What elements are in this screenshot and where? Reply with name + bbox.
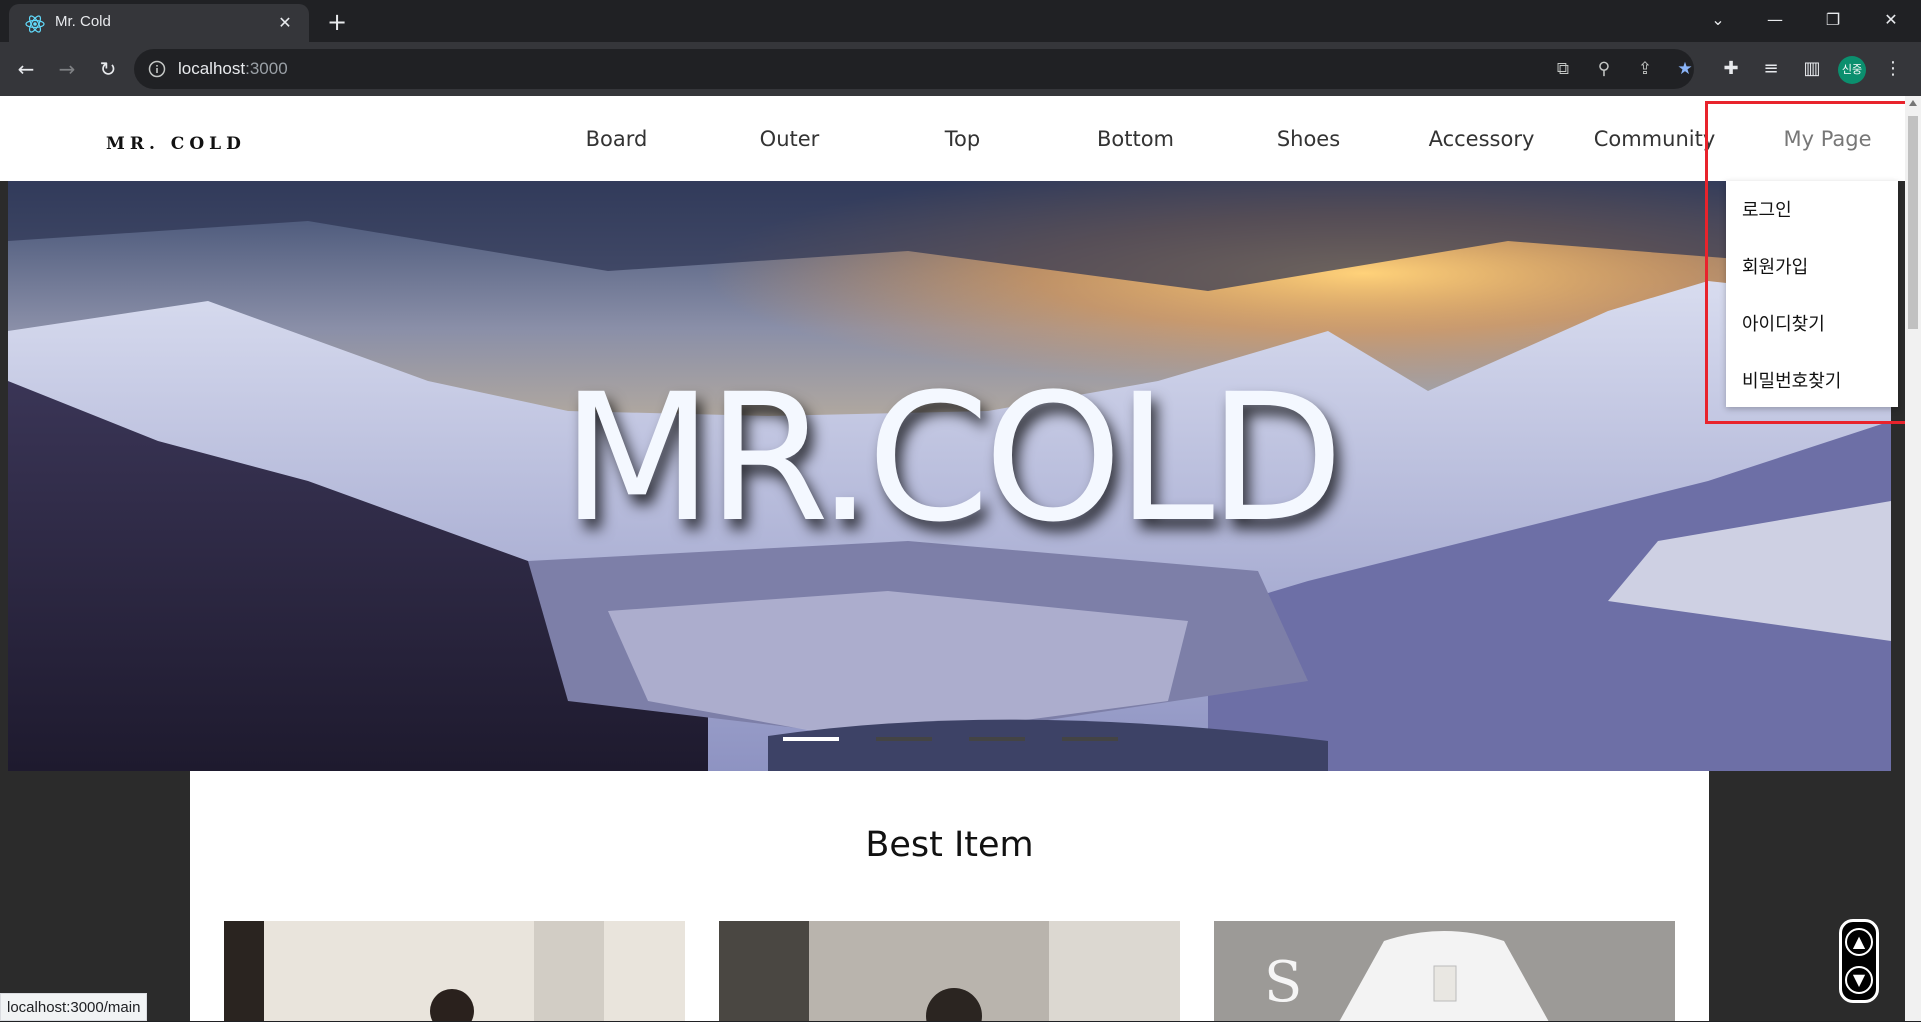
product-image xyxy=(224,921,685,1021)
chevron-down-icon[interactable]: ⌄ xyxy=(1695,4,1741,36)
tab-title: Mr. Cold xyxy=(55,13,111,30)
product-card[interactable]: S xyxy=(1214,921,1675,1021)
sidepanel-icon[interactable]: ▥ xyxy=(1799,56,1825,82)
product-image xyxy=(719,921,1180,1021)
slider-dot[interactable] xyxy=(783,737,839,741)
scroll-arrow-icon[interactable] xyxy=(1909,100,1917,106)
nav-item-outer[interactable]: Outer xyxy=(703,96,876,181)
scroll-control: ▲ ▼ xyxy=(1839,919,1879,1003)
product-card[interactable] xyxy=(224,921,685,1021)
section-title: Best Item xyxy=(865,825,1034,865)
window-close-icon[interactable]: ✕ xyxy=(1868,4,1914,36)
slider-dot[interactable] xyxy=(969,737,1025,741)
react-favicon xyxy=(25,15,45,33)
back-icon[interactable]: ← xyxy=(10,53,42,85)
hero-slider[interactable]: MR.COLD xyxy=(8,181,1891,771)
page-scrollbar[interactable] xyxy=(1905,96,1921,1021)
best-item-section: Best Item S xyxy=(190,771,1709,1021)
star-icon[interactable]: ★ xyxy=(1674,58,1696,80)
reload-icon[interactable]: ↻ xyxy=(92,53,124,85)
highlight-box xyxy=(1705,101,1905,424)
avatar[interactable]: 신중 xyxy=(1838,56,1866,84)
status-url: localhost:3000/main xyxy=(0,993,148,1021)
hero-title: MR.COLD xyxy=(561,356,1344,561)
tab-bar: Mr. Cold ✕ + ⌄ — ❐ ✕ xyxy=(0,0,1921,42)
scroll-up-icon[interactable]: ▲ xyxy=(1845,928,1873,956)
main-nav: Board Outer Top Bottom Shoes Accessory C… xyxy=(530,96,1905,181)
menu-icon[interactable]: ⋮ xyxy=(1880,56,1906,82)
site-logo[interactable]: MR. COLD xyxy=(106,134,246,154)
forward-icon[interactable]: → xyxy=(51,53,83,85)
plus-icon[interactable]: + xyxy=(322,8,352,38)
svg-text:S: S xyxy=(1264,950,1302,1015)
zoom-icon[interactable]: ⚲ xyxy=(1593,58,1615,80)
nav-item-top[interactable]: Top xyxy=(876,96,1049,181)
page-viewport: MR. COLD Board Outer Top Bottom Shoes Ac… xyxy=(0,96,1905,1021)
browser-toolbar: ← → ↻ localhost:3000 ⧉ ⚲ ⇪ ★ ✚ ≡ ▥ 신중 ⋮ xyxy=(0,42,1921,96)
product-card[interactable] xyxy=(719,921,1180,1021)
nav-item-board[interactable]: Board xyxy=(530,96,703,181)
minimize-icon[interactable]: — xyxy=(1752,4,1798,36)
scroll-thumb[interactable] xyxy=(1908,116,1918,329)
slider-dot[interactable] xyxy=(876,737,932,741)
url-text: localhost:3000 xyxy=(178,59,288,78)
browser-tab[interactable]: Mr. Cold ✕ xyxy=(9,4,309,42)
share-icon[interactable]: ⇪ xyxy=(1634,58,1656,80)
open-in-app-icon[interactable]: ⧉ xyxy=(1552,58,1574,80)
product-image: S xyxy=(1214,921,1675,1021)
puzzle-icon[interactable]: ✚ xyxy=(1718,56,1744,82)
nav-item-accessory[interactable]: Accessory xyxy=(1395,96,1568,181)
nav-item-shoes[interactable]: Shoes xyxy=(1222,96,1395,181)
nav-item-bottom[interactable]: Bottom xyxy=(1049,96,1222,181)
site-header: MR. COLD Board Outer Top Bottom Shoes Ac… xyxy=(0,96,1905,181)
scroll-down-icon[interactable]: ▼ xyxy=(1845,966,1873,994)
address-bar[interactable]: localhost:3000 ⧉ ⚲ ⇪ ★ xyxy=(134,49,1694,89)
close-icon[interactable]: ✕ xyxy=(273,11,297,35)
browser-chrome: Mr. Cold ✕ + ⌄ — ❐ ✕ ← → ↻ localhost:300… xyxy=(0,0,1921,96)
restore-icon[interactable]: ❐ xyxy=(1810,4,1856,36)
media-icon[interactable]: ≡ xyxy=(1758,56,1784,82)
slider-dot[interactable] xyxy=(1062,737,1118,741)
info-icon[interactable] xyxy=(148,60,166,78)
slider-dots xyxy=(783,737,1118,741)
